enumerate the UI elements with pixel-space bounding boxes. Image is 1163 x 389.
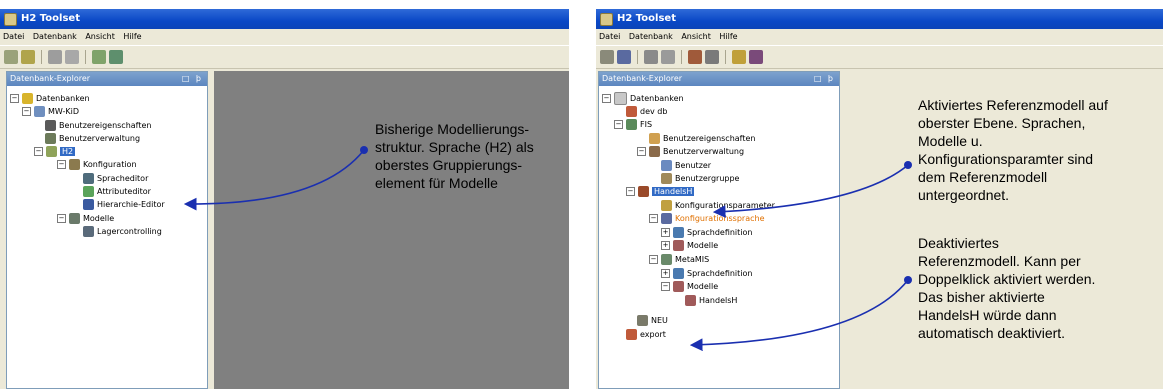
annotation-arrows bbox=[183, 146, 912, 352]
arrow-inactive-model bbox=[689, 276, 912, 352]
arrow-left bbox=[183, 146, 368, 211]
arrow-active-model bbox=[712, 161, 912, 218]
